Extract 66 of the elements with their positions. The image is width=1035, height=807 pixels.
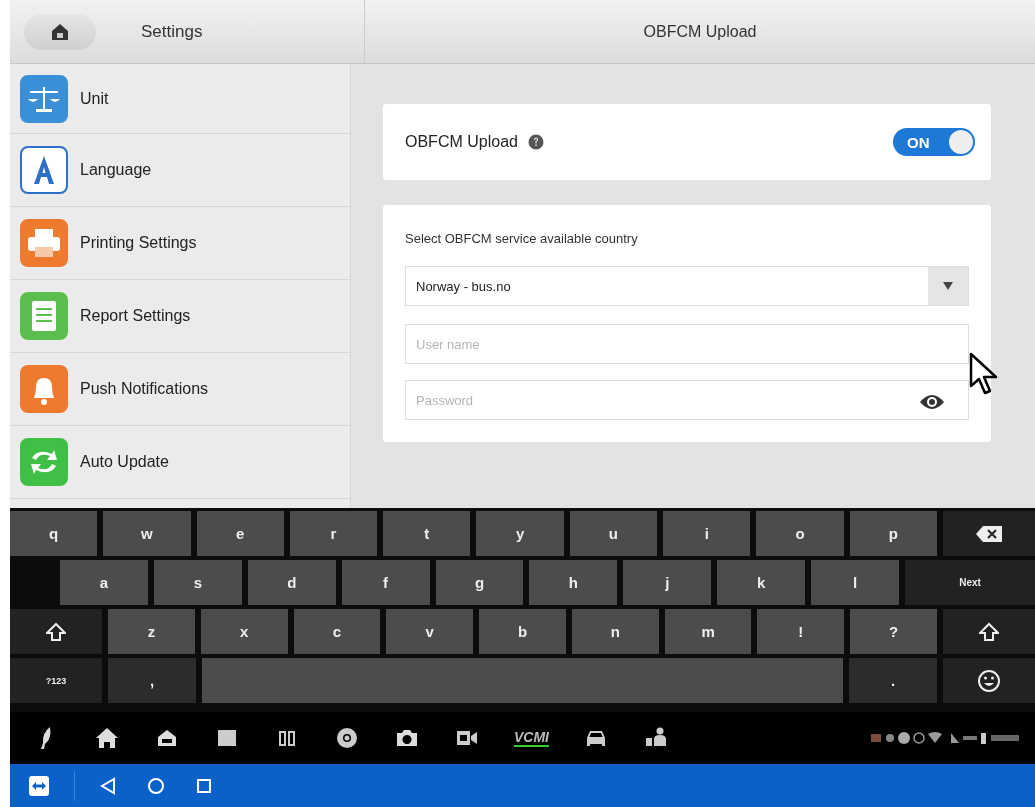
form-heading: Select OBFCM service available country bbox=[405, 231, 639, 246]
house-icon bbox=[50, 21, 70, 42]
key[interactable]: m bbox=[664, 609, 752, 654]
key[interactable]: z bbox=[108, 609, 195, 654]
sidebar-item[interactable]: Push Notifications bbox=[10, 353, 350, 426]
key[interactable]: h bbox=[529, 560, 618, 605]
key[interactable]: q bbox=[10, 511, 98, 556]
key[interactable]: r bbox=[289, 511, 378, 556]
back-icon[interactable] bbox=[99, 776, 117, 795]
key[interactable]: v bbox=[386, 609, 474, 654]
username-field[interactable]: User name bbox=[405, 324, 969, 364]
key[interactable]: f bbox=[341, 560, 430, 605]
key[interactable]: t bbox=[383, 511, 471, 556]
shift-icon bbox=[979, 621, 1000, 642]
page-title: OBFCM Upload bbox=[643, 22, 757, 41]
country-dropdown[interactable]: Norway - bus.no bbox=[405, 266, 969, 306]
dropdown-arrow-icon bbox=[943, 282, 953, 290]
home-circle-icon[interactable] bbox=[147, 776, 165, 795]
shift-key[interactable] bbox=[943, 609, 1035, 654]
key[interactable]: k bbox=[717, 560, 806, 605]
sidebar-item[interactable]: Language bbox=[10, 134, 350, 207]
sidebar-item[interactable]: Unit bbox=[10, 64, 350, 134]
vci-label[interactable]: VCMI bbox=[514, 729, 549, 747]
next-key[interactable]: Next bbox=[905, 560, 1035, 605]
home-icon[interactable] bbox=[94, 725, 120, 751]
password-field[interactable]: Password bbox=[405, 380, 969, 420]
key[interactable]: . bbox=[849, 658, 937, 703]
key[interactable]: y bbox=[476, 511, 564, 556]
toggle-switch[interactable]: ON bbox=[893, 128, 975, 156]
eye-icon[interactable] bbox=[919, 393, 945, 411]
key[interactable]: ? bbox=[850, 609, 938, 654]
key[interactable]: i bbox=[663, 511, 751, 556]
key[interactable]: n bbox=[571, 609, 659, 654]
key[interactable]: d bbox=[247, 560, 336, 605]
sidebar-item[interactable]: Auto Update bbox=[10, 426, 350, 499]
key[interactable]: s bbox=[153, 560, 242, 605]
remote-app-icon[interactable] bbox=[28, 774, 50, 797]
smiley-icon bbox=[977, 668, 1001, 693]
key[interactable]: e bbox=[196, 511, 284, 556]
key[interactable]: c bbox=[293, 609, 381, 654]
key[interactable]: x bbox=[200, 609, 288, 654]
upload-label: OBFCM Upload bbox=[405, 133, 518, 151]
key[interactable]: w bbox=[103, 511, 191, 556]
key[interactable]: b bbox=[479, 609, 566, 654]
key[interactable]: l bbox=[811, 560, 899, 605]
key[interactable]: ! bbox=[757, 609, 845, 654]
sidebar-item[interactable]: Report Settings bbox=[10, 280, 350, 353]
backspace-key[interactable] bbox=[942, 511, 1035, 556]
help-icon[interactable] bbox=[527, 134, 544, 150]
browser-icon[interactable] bbox=[334, 725, 360, 751]
key[interactable]: u bbox=[569, 511, 658, 556]
key[interactable]: j bbox=[623, 560, 712, 605]
symbols-key[interactable]: ?123 bbox=[10, 658, 102, 703]
home-button[interactable] bbox=[24, 13, 96, 50]
shift-key[interactable] bbox=[10, 609, 102, 654]
recent-apps-icon[interactable] bbox=[195, 776, 213, 795]
key[interactable]: g bbox=[435, 560, 524, 605]
key[interactable]: a bbox=[60, 560, 148, 605]
key[interactable]: o bbox=[756, 511, 844, 556]
emoji-key[interactable] bbox=[943, 658, 1035, 703]
sidebar-title: Settings bbox=[141, 21, 203, 42]
sidebar-item[interactable]: Printing Settings bbox=[10, 207, 350, 280]
backspace-icon bbox=[975, 525, 1002, 542]
key[interactable]: , bbox=[108, 658, 196, 703]
shift-icon bbox=[46, 621, 66, 642]
key[interactable]: p bbox=[849, 511, 937, 556]
